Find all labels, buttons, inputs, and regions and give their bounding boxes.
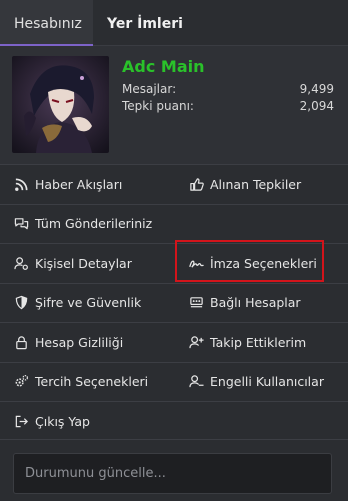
menu-label: Şifre ve Güvenlik <box>35 295 142 311</box>
comments-icon <box>13 216 29 232</box>
status-update-area <box>0 439 348 501</box>
profile-card: Adc Main Mesajlar: 9,499 Tepki puanı: 2,… <box>0 46 348 164</box>
shield-icon <box>13 295 29 311</box>
connected-accounts-icon <box>188 295 204 311</box>
user-cog-icon <box>13 255 29 271</box>
lock-icon <box>13 334 29 350</box>
account-tabs: Hesabınız Yer İmleri <box>0 0 348 47</box>
messages-stat: Mesajlar: 9,499 <box>122 82 334 96</box>
menu-label: Çıkış Yap <box>35 413 90 429</box>
menu-label: İmza Seçenekleri <box>210 255 317 271</box>
signature-icon <box>188 255 204 271</box>
menu-item-preferences[interactable]: Tercih Seçenekleri <box>0 363 174 402</box>
menu-row: Kişisel Detaylar İmza Seçenekleri <box>0 243 348 283</box>
menu-row: Tercih Seçenekleri Engelli Kullanıcılar <box>0 361 348 402</box>
cogs-icon <box>13 374 29 390</box>
menu-row: Hesap Gizliliği Takip Ettiklerim <box>0 322 348 362</box>
tab-bookmarks[interactable]: Yer İmleri <box>93 0 197 46</box>
menu-item-signature-options[interactable]: İmza Seçenekleri <box>174 244 348 283</box>
menu-item-logout[interactable]: Çıkış Yap <box>0 402 174 441</box>
menu-row: Tüm Gönderileriniz <box>0 203 348 244</box>
menu-label: Engelli Kullanıcılar <box>210 374 324 390</box>
menu-item-account-privacy[interactable]: Hesap Gizliliği <box>0 323 174 362</box>
menu-label: Takip Ettiklerim <box>210 334 307 350</box>
menu-item-connected-accounts[interactable]: Bağlı Hesaplar <box>174 284 348 323</box>
menu-label: Hesap Gizliliği <box>35 334 124 350</box>
user-minus-icon <box>188 374 204 390</box>
menu-item-password-security[interactable]: Şifre ve Güvenlik <box>0 284 174 323</box>
logout-icon <box>13 413 29 429</box>
menu-label: Alınan Tepkiler <box>210 176 302 192</box>
menu-label: Haber Akışları <box>35 176 123 192</box>
rss-icon <box>13 176 29 192</box>
menu-item-ignored-users[interactable]: Engelli Kullanıcılar <box>174 363 348 402</box>
menu-item-news-feed[interactable]: Haber Akışları <box>0 165 174 204</box>
avatar[interactable] <box>12 56 109 153</box>
user-plus-icon <box>188 334 204 350</box>
menu-item-received-reactions[interactable]: Alınan Tepkiler <box>174 165 348 204</box>
menu-label: Bağlı Hesaplar <box>210 295 301 311</box>
menu-row: Şifre ve Güvenlik Bağlı Hesaplar <box>0 282 348 323</box>
thumbs-up-icon <box>188 176 204 192</box>
messages-value[interactable]: 9,499 <box>300 82 334 96</box>
reaction-value[interactable]: 2,094 <box>300 99 334 113</box>
tab-account[interactable]: Hesabınız <box>0 0 93 47</box>
status-input[interactable] <box>13 453 332 494</box>
menu-row: Çıkış Yap <box>0 401 348 441</box>
menu-label: Kişisel Detaylar <box>35 255 132 271</box>
menu-item-personal-details[interactable]: Kişisel Detaylar <box>0 244 174 283</box>
account-menu: Haber Akışları Alınan Tepkiler Tüm Gönde… <box>0 164 348 441</box>
menu-item-all-posts[interactable]: Tüm Gönderileriniz <box>0 205 174 244</box>
messages-label: Mesajlar: <box>122 82 177 96</box>
menu-item-following[interactable]: Takip Ettiklerim <box>174 323 348 362</box>
username[interactable]: Adc Main <box>122 57 204 76</box>
menu-label: Tüm Gönderileriniz <box>35 216 153 232</box>
reaction-label: Tepki puanı: <box>122 99 194 113</box>
reaction-stat: Tepki puanı: 2,094 <box>122 99 334 113</box>
menu-row: Haber Akışları Alınan Tepkiler <box>0 164 348 204</box>
menu-label: Tercih Seçenekleri <box>35 374 149 390</box>
